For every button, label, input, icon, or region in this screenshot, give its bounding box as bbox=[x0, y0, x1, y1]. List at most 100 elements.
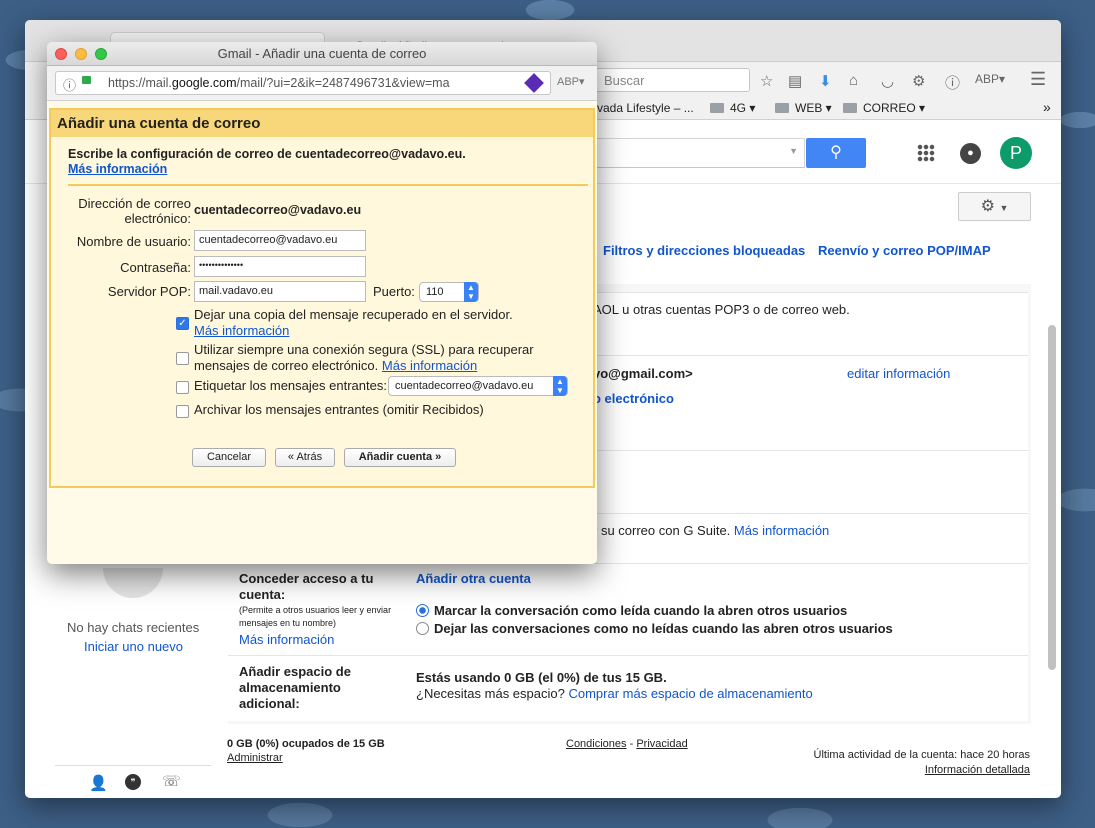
adblock-icon[interactable]: ABP▾ bbox=[557, 75, 585, 88]
gsuite-text: r su correo con G Suite. Más información bbox=[593, 523, 830, 538]
grant-access-more-link[interactable]: Más información bbox=[239, 632, 334, 647]
url-input[interactable]: https://mail.google.com/mail/?ui=2&ik=24… bbox=[55, 71, 551, 95]
apps-grid-icon[interactable] bbox=[917, 144, 935, 162]
bookmark-folder-4g[interactable]: 4G ▾ bbox=[710, 101, 755, 115]
pop3-text: AOL u otras cuentas POP3 o de correo web… bbox=[593, 302, 850, 317]
grant-access-note: (Permite a otros usuarios leer y enviar … bbox=[239, 605, 392, 628]
terms-privacy: Condiciones - Privacidad bbox=[566, 738, 688, 750]
radio-icon[interactable] bbox=[416, 622, 429, 635]
maximize-icon[interactable] bbox=[95, 48, 107, 60]
add-other-account-link[interactable]: Añadir otra cuenta bbox=[416, 571, 531, 586]
url-rest: /mail/?ui=2&ik=2487496731&view=ma bbox=[236, 76, 450, 90]
popup-window: Gmail - Añadir una cuenta de correo http… bbox=[47, 42, 597, 564]
privacy-link[interactable]: Privacidad bbox=[636, 738, 687, 750]
port-label: Puerto: bbox=[373, 284, 415, 299]
bookmark-item[interactable]: vada Lifestyle – ... bbox=[597, 101, 694, 115]
chevron-down-icon: ▼ bbox=[999, 203, 1009, 213]
avatar[interactable]: P bbox=[1000, 137, 1032, 169]
details-link[interactable]: Información detallada bbox=[925, 764, 1030, 776]
chevron-updown-icon: ▲ ▼ bbox=[464, 282, 478, 302]
manage-link[interactable]: Administrar bbox=[227, 752, 283, 764]
radio-leave-unread[interactable]: Dejar las conversaciones como no leídas … bbox=[416, 621, 893, 636]
settings-row-storage: Añadir espacio de almacenamiento adicion… bbox=[228, 655, 1028, 721]
password-input[interactable]: •••••••••••••• bbox=[194, 256, 366, 277]
password-label: Contraseña: bbox=[120, 260, 191, 275]
bookmarks-overflow-icon[interactable]: » bbox=[1043, 99, 1051, 115]
back-button[interactable]: « Atrás bbox=[275, 448, 335, 467]
add-email-link[interactable]: o electrónico bbox=[593, 391, 674, 406]
label-incoming-checkbox[interactable] bbox=[176, 381, 189, 394]
popup-url-bar: https://mail.google.com/mail/?ui=2&ik=24… bbox=[47, 66, 597, 101]
username-input[interactable]: cuentadecorreo@vadavo.eu bbox=[194, 230, 366, 251]
notifications-icon[interactable]: ● bbox=[960, 143, 981, 164]
download-icon[interactable]: ⬇ bbox=[819, 72, 832, 90]
settings-row-grant-access: Conceder acceso a tu cuenta: (Permite a … bbox=[228, 563, 1028, 655]
form-intro: Escribe la configuración de correo de cu… bbox=[68, 147, 466, 161]
storage-label: Añadir espacio de almacenamiento adicion… bbox=[239, 664, 351, 711]
cancel-button[interactable]: Cancelar bbox=[192, 448, 266, 467]
menu-icon[interactable]: ☰ bbox=[1030, 69, 1046, 90]
search-input[interactable]: Buscar bbox=[595, 68, 750, 92]
gear-icon: ⚙ bbox=[980, 198, 995, 215]
tab-filters[interactable]: Filtros y direcciones bloqueadas bbox=[603, 243, 805, 258]
contacts-icon[interactable]: 👤 bbox=[89, 774, 108, 792]
home-icon[interactable]: ⌂ bbox=[849, 72, 858, 89]
ssl-option: Utilizar siempre una conexión segura (SS… bbox=[194, 342, 534, 373]
url-domain: google.com bbox=[171, 76, 237, 90]
divider bbox=[55, 765, 211, 766]
server-input[interactable]: mail.vadavo.eu bbox=[194, 281, 366, 302]
tab-forwarding-pop-imap[interactable]: Reenvío y correo POP/IMAP bbox=[818, 243, 991, 258]
info-icon[interactable]: ⓘ bbox=[63, 75, 76, 94]
label-incoming-select[interactable]: cuentadecorreo@vadavo.eu ▲ ▼ bbox=[388, 376, 568, 396]
storage-used-footer: 0 GB (0%) ocupados de 15 GB bbox=[227, 738, 385, 750]
radio-selected-icon[interactable] bbox=[416, 604, 429, 617]
storage-usage: Estás usando 0 GB (el 0%) de tus 15 GB. bbox=[416, 670, 667, 685]
archive-checkbox[interactable] bbox=[176, 405, 189, 418]
scrollbar[interactable] bbox=[1048, 325, 1056, 670]
folder-icon bbox=[710, 103, 724, 113]
bookmark-folder-correo[interactable]: CORREO ▾ bbox=[843, 101, 925, 115]
chat-bubble-icon bbox=[103, 568, 163, 598]
gsuite-more-link[interactable]: Más información bbox=[734, 523, 829, 538]
info-icon[interactable]: ⓘ bbox=[945, 72, 960, 93]
popup-title: Gmail - Añadir una cuenta de correo bbox=[47, 42, 597, 66]
bookmark-folder-web[interactable]: WEB ▾ bbox=[775, 101, 832, 115]
star-icon[interactable]: ☆ bbox=[760, 72, 773, 90]
label-incoming-label: Etiquetar los mensajes entrantes: bbox=[194, 378, 387, 393]
port-select[interactable]: 110 ▲ ▼ bbox=[419, 282, 479, 302]
ssl-more-link[interactable]: Más información bbox=[382, 358, 477, 373]
leave-copy-option: Dejar una copia del mensaje recuperado e… bbox=[194, 307, 513, 338]
gmail-search-input[interactable]: ▼ bbox=[565, 138, 805, 168]
leave-copy-more-link[interactable]: Más información bbox=[194, 323, 289, 338]
settings-gear-button[interactable]: ⚙ ▼ bbox=[958, 192, 1031, 221]
reading-list-icon[interactable]: ▤ bbox=[788, 72, 802, 90]
close-icon[interactable] bbox=[55, 48, 67, 60]
buy-storage-link[interactable]: Comprar más espacio de almacenamiento bbox=[568, 686, 812, 701]
email-value: cuentadecorreo@vadavo.eu bbox=[194, 203, 362, 217]
ssl-checkbox[interactable] bbox=[176, 352, 189, 365]
adblock-icon[interactable]: ABP▾ bbox=[975, 72, 1005, 86]
last-activity: Última actividad de la cuenta: hace 20 h… bbox=[813, 749, 1030, 761]
folder-icon bbox=[775, 103, 789, 113]
extension-icon[interactable]: ⚙ bbox=[912, 72, 925, 90]
phone-icon[interactable]: ☏ bbox=[162, 772, 181, 790]
gmail-search-button[interactable]: ⚲ bbox=[806, 138, 866, 168]
storage-need-more: ¿Necesitas más espacio? Comprar más espa… bbox=[416, 686, 813, 701]
leave-copy-checkbox[interactable]: ✓ bbox=[176, 317, 189, 330]
search-icon: ⚲ bbox=[830, 144, 842, 161]
url-base: https://mail. bbox=[108, 76, 172, 90]
start-chat-link[interactable]: Iniciar uno nuevo bbox=[84, 639, 183, 654]
terms-link[interactable]: Condiciones bbox=[566, 738, 627, 750]
minimize-icon[interactable] bbox=[75, 48, 87, 60]
pocket-icon[interactable]: ◡ bbox=[881, 72, 894, 90]
add-account-button[interactable]: Añadir cuenta » bbox=[344, 448, 456, 467]
server-label: Servidor POP: bbox=[107, 284, 191, 299]
hangouts-icon[interactable]: ❞ bbox=[125, 774, 141, 790]
intro-more-link[interactable]: Más información bbox=[68, 162, 167, 176]
lock-icon bbox=[82, 76, 91, 84]
no-chats-text: No hay chats recientes bbox=[67, 620, 200, 635]
account-email: vo@gmail.com> bbox=[593, 366, 693, 381]
chevron-down-icon[interactable]: ▼ bbox=[789, 146, 798, 156]
edit-info-link[interactable]: editar información bbox=[847, 366, 950, 381]
radio-mark-read[interactable]: Marcar la conversación como leída cuando… bbox=[416, 603, 847, 618]
